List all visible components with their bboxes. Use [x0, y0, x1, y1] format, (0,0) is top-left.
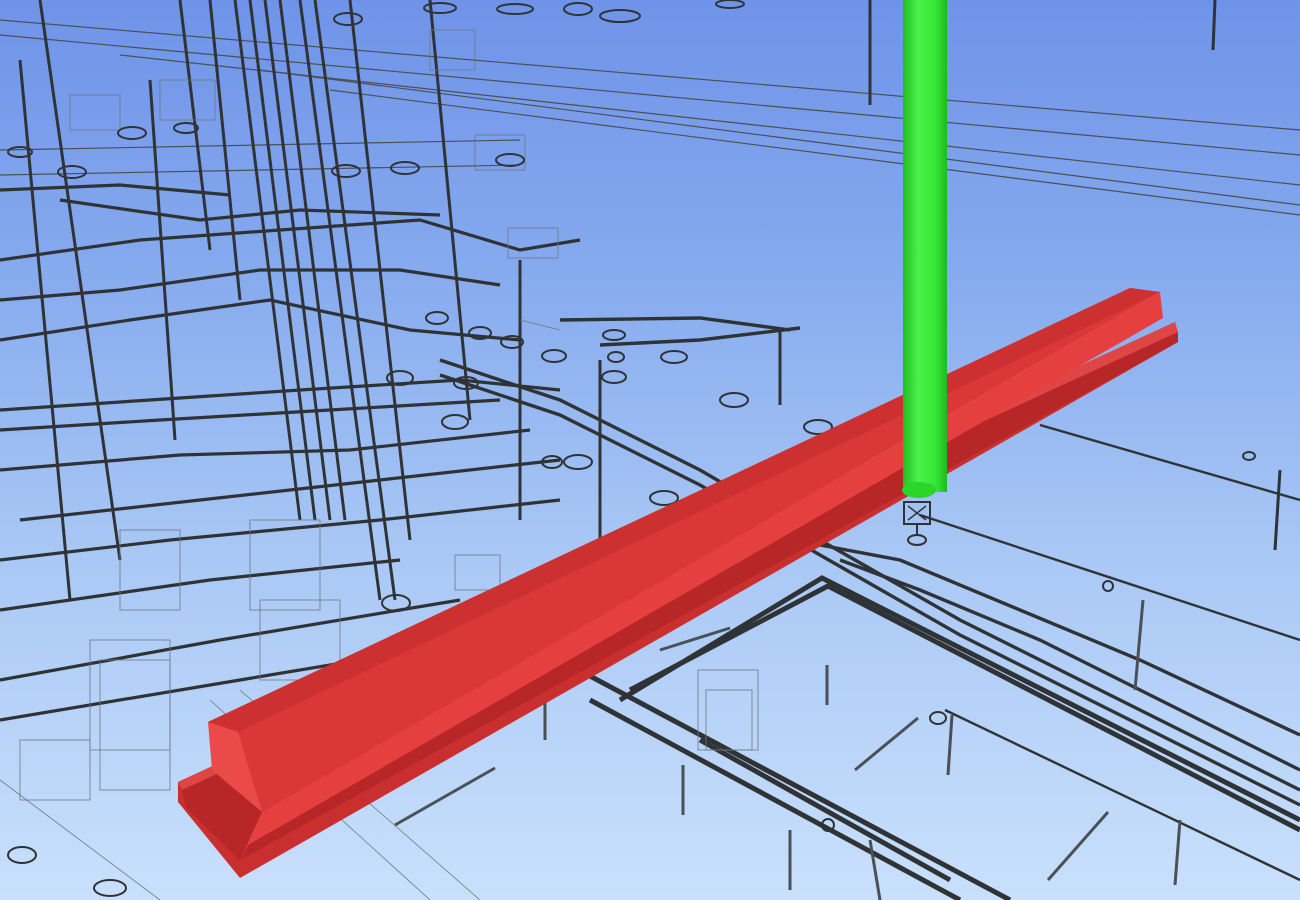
sprinkler-head-icon[interactable] [903, 501, 931, 546]
model-scene[interactable] [0, 0, 1300, 900]
vertical-risers [18, 0, 1282, 601]
bim-3d-viewport[interactable] [0, 0, 1300, 900]
vertical-pipe-icon[interactable] [902, 0, 947, 498]
mep-wireframe [0, 0, 1300, 900]
